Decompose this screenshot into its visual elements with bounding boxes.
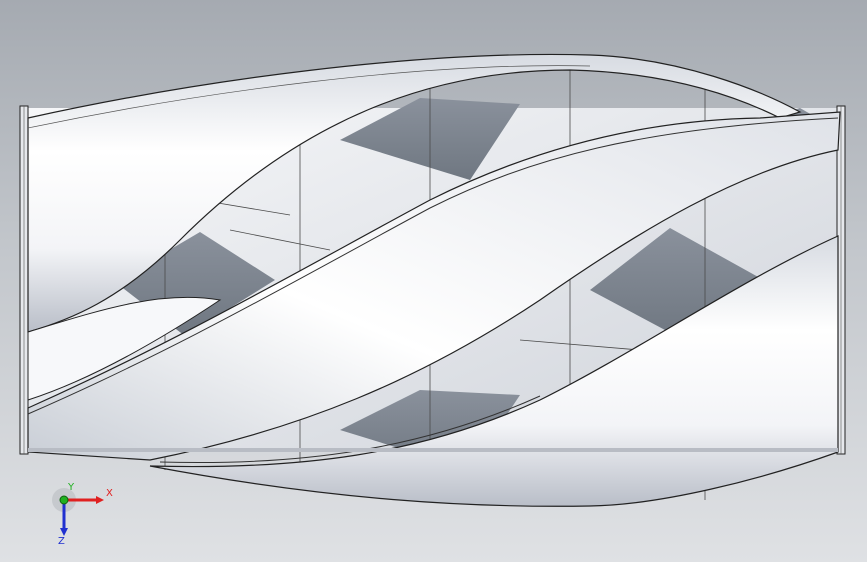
y-axis-label: Y (67, 482, 75, 493)
bottom-rim (28, 448, 838, 452)
end-flange-left[interactable] (19, 105, 29, 455)
y-axis-dot (59, 495, 69, 505)
x-axis-arrowhead (96, 496, 104, 504)
x-axis-label: X (106, 488, 113, 499)
graphics-viewport[interactable]: X Y Z (0, 0, 867, 562)
coordinate-triad[interactable]: X Y Z (44, 482, 114, 546)
z-axis-arrowhead (60, 528, 68, 536)
helical-turbine-model[interactable] (0, 0, 867, 562)
z-axis-label: Z (58, 536, 65, 546)
